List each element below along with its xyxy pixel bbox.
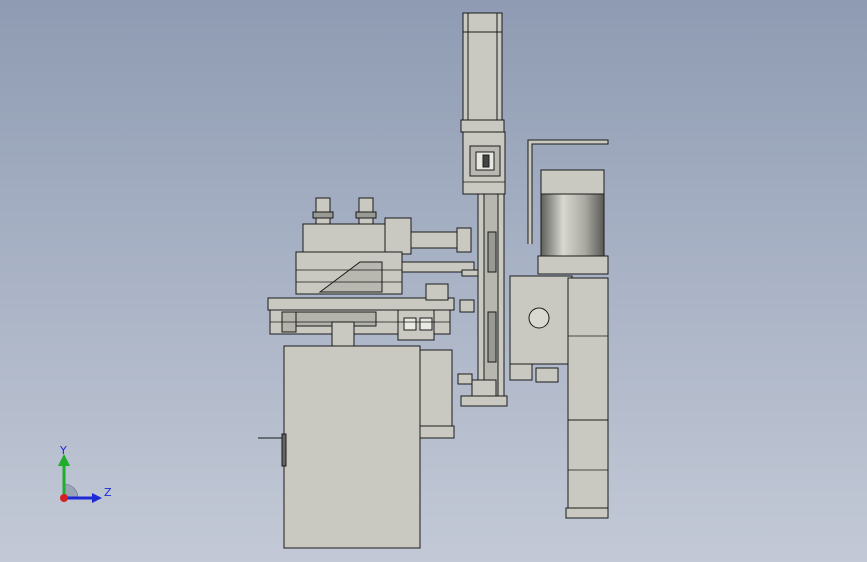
vertical-servo-motor	[460, 12, 506, 195]
coordinate-triad: Y Z	[44, 436, 124, 516]
z-axis-label: Z	[104, 486, 112, 499]
side-motor-assembly	[509, 139, 609, 519]
y-axis-label: Y	[59, 444, 67, 457]
coordinate-triad-icon: Y Z	[58, 444, 112, 503]
cad-viewport[interactable]: Y Z	[0, 0, 867, 562]
assembly-model[interactable]	[0, 0, 867, 562]
base-housing	[258, 345, 473, 549]
gripper-head	[295, 197, 479, 295]
